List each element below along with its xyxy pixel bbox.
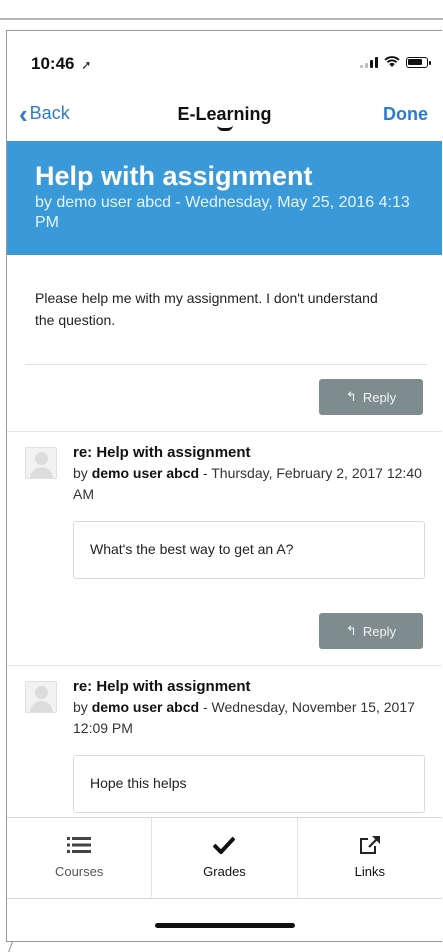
reply-message-text: Hope this helps [90,775,187,791]
reply-meta: by demo user abcd - Thursday, February 2… [73,463,423,505]
status-time: 10:46 ➚ [31,54,91,74]
reply-arrow-icon: ↰ [345,389,357,404]
done-button[interactable]: Done [383,104,428,125]
reply-button-label: Reply [362,389,397,405]
nav-dropdown-caret-icon[interactable] [216,125,233,131]
wifi-icon [384,56,400,67]
reply-author-link[interactable]: demo user abcd [92,699,199,715]
list-icon [66,834,92,856]
reply-message: Hope this helps [73,755,425,813]
status-time-text: 10:46 [31,54,75,73]
row-separator [7,431,442,432]
reply-title: re: Help with assignment [73,444,251,461]
reply-by-prefix: by [73,699,92,715]
row-separator [7,665,442,666]
reply-meta: by demo user abcd - Wednesday, November … [73,697,423,739]
navigation-bar: ‹ Back E-Learning Done [7,87,442,139]
reply-message: What's the best way to get an A? [73,521,425,579]
reply-header: re: Help with assignment by demo user ab… [73,677,423,739]
tab-label: Courses [54,864,104,879]
location-icon: ➚ [81,58,92,72]
tab-label: Grades [203,864,246,879]
reply-title: re: Help with assignment [73,678,251,695]
external-link-icon [357,834,383,856]
home-indicator[interactable] [154,923,295,928]
discussion-body: Please help me with my assignment. I don… [35,290,378,328]
reply-by-prefix: by [73,465,92,481]
reply-button[interactable]: ↰ Reply [319,379,423,415]
tab-grades[interactable]: Grades [152,818,298,897]
phone-screen: 10:46 ➚ ‹ Back E-Learning Done Help with… [6,30,442,942]
divider [25,364,427,365]
nav-title: E-Learning [177,104,272,124]
top-rule [0,0,443,20]
status-bar: 10:46 ➚ [7,31,442,83]
reply-message-text: What's the best way to get an A? [90,541,294,557]
signal-icon [360,56,378,68]
reply-arrow-icon: ↰ [345,623,357,638]
reply-button[interactable]: ↰ Reply [319,613,423,649]
avatar [25,447,57,479]
tab-courses[interactable]: Courses [7,818,153,897]
checkmark-icon [211,834,237,856]
discussion-byline: by demo user abcd - Wednesday, May 25, 2… [35,194,410,231]
frame-edge-mark [8,942,20,952]
reply-author-link[interactable]: demo user abcd [92,465,199,481]
discussion-title: Help with assignment [35,161,313,191]
tab-links[interactable]: Links [298,818,442,897]
tab-bar: Courses Grades Links [7,817,442,897]
reply-header: re: Help with assignment by demo user ab… [73,443,423,505]
avatar [25,681,57,713]
home-indicator-area [7,898,442,941]
battery-icon [406,56,431,68]
tab-label: Links [354,864,385,879]
status-icons [360,56,431,68]
discussion-header: Help with assignment by demo user abcd -… [7,141,442,255]
reply-button-label: Reply [362,623,397,639]
